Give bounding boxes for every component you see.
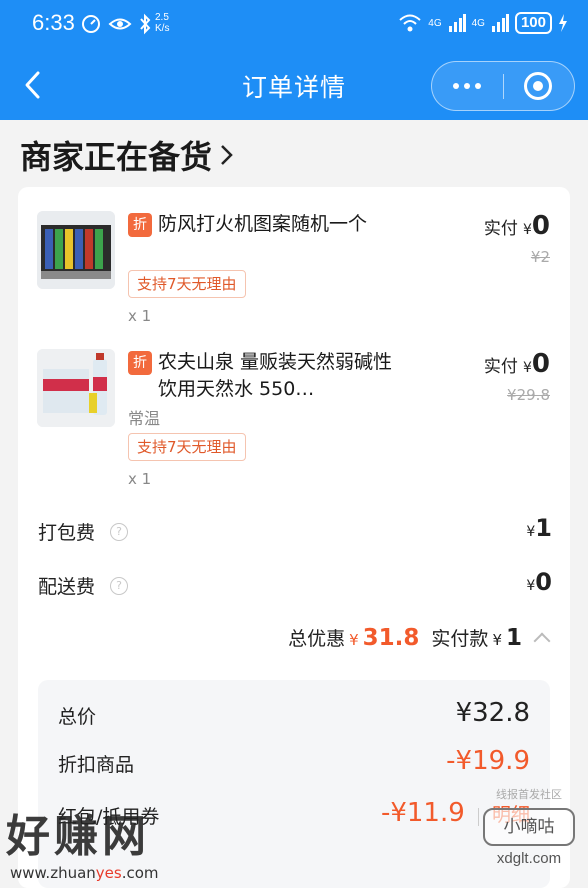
watermark-left: 好赚网 www.zhuanyes.com bbox=[6, 800, 196, 885]
bluetooth-icon bbox=[140, 13, 151, 35]
paid-currency: ¥ bbox=[492, 631, 502, 649]
signal-icon bbox=[448, 14, 466, 32]
total-discount-label: 总优惠 bbox=[288, 628, 346, 650]
help-icon[interactable]: ? bbox=[110, 577, 128, 595]
watermark-url: www.zhuanyes.com bbox=[10, 864, 159, 882]
signal-label-2: 4G bbox=[471, 17, 485, 29]
coupon-value: -¥11.9 bbox=[380, 798, 465, 828]
total-price-label: 总价 bbox=[58, 706, 97, 728]
help-icon[interactable]: ? bbox=[110, 523, 128, 541]
return-policy-badge: 支持7天无理由 bbox=[128, 433, 246, 461]
status-time: 6:33 bbox=[32, 10, 75, 35]
product-name: 防风打火机图案随机一个 bbox=[158, 213, 368, 235]
discount-tag: 折 bbox=[128, 213, 152, 237]
packing-fee-row: 打包费 ? ¥1 bbox=[38, 512, 552, 552]
item-paid-price: 实付 ¥0 bbox=[483, 211, 550, 241]
total-price-value: ¥32.8 bbox=[455, 698, 530, 728]
fee-value: ¥1 bbox=[526, 514, 552, 542]
wifi-icon bbox=[399, 14, 421, 32]
signal-label-1: 4G bbox=[428, 17, 442, 29]
product-spec: 常温 bbox=[128, 409, 161, 428]
original-price: ¥2 bbox=[530, 248, 550, 266]
battery-indicator: 100 bbox=[514, 12, 552, 34]
paid-total-label: 实付款 bbox=[431, 628, 489, 650]
close-miniapp-icon[interactable] bbox=[524, 72, 552, 100]
status-icons-left bbox=[80, 13, 152, 35]
order-status-heading[interactable]: 商家正在备货 bbox=[20, 132, 236, 178]
order-item[interactable]: 折 防风打火机图案随机一个 支持7天无理由 x 1 实付 ¥0 ¥2 bbox=[18, 211, 570, 341]
original-price: ¥29.8 bbox=[507, 386, 550, 404]
speedometer-icon bbox=[82, 15, 100, 33]
charging-icon bbox=[559, 14, 567, 32]
product-image-lighters bbox=[37, 211, 115, 289]
discount-tag: 折 bbox=[128, 351, 152, 375]
discount-goods-value: -¥19.9 bbox=[446, 746, 530, 776]
status-icons-right: 4G 4G 100 bbox=[398, 12, 568, 34]
nav-bar: 订单详情 bbox=[0, 50, 588, 120]
eye-icon bbox=[108, 18, 132, 30]
capsule-divider bbox=[503, 74, 504, 99]
payment-summary[interactable]: 总优惠 ¥ 31.8 实付款 ¥ 1 bbox=[288, 624, 551, 651]
product-quantity: x 1 bbox=[128, 307, 152, 325]
paid-total-amount: 1 bbox=[505, 625, 522, 651]
order-card: 折 防风打火机图案随机一个 支持7天无理由 x 1 实付 ¥0 ¥2 折 农夫山… bbox=[18, 187, 570, 888]
net-speed: 2.5 K/s bbox=[155, 12, 170, 34]
order-item[interactable]: 折 农夫山泉 量贩装天然弱碱性饮用天然水 550… 常温 支持7天无理由 x 1… bbox=[18, 349, 570, 489]
delivery-fee-row: 配送费 ? ¥0 bbox=[38, 566, 552, 606]
order-status-text: 商家正在备货 bbox=[20, 138, 213, 176]
signal-icon bbox=[491, 14, 509, 32]
status-bar: 6:33 2.5 K/s 4G 4G 100 bbox=[0, 0, 588, 50]
watermark-logo: 小嘀咕 bbox=[483, 808, 575, 846]
fee-label: 打包费 bbox=[38, 522, 96, 544]
total-price-row: 总价 ¥32.8 bbox=[58, 698, 530, 738]
total-discount-amount: 31.8 bbox=[362, 625, 420, 651]
discount-currency: ¥ bbox=[349, 631, 359, 649]
chevron-right-icon bbox=[221, 145, 233, 165]
watermark-right: 线报首发社区 小嘀咕 xdglt.com bbox=[473, 786, 585, 886]
fee-value: ¥0 bbox=[526, 568, 552, 596]
fee-label: 配送费 bbox=[38, 576, 96, 598]
discount-goods-label: 折扣商品 bbox=[58, 754, 135, 776]
more-options-icon[interactable] bbox=[432, 62, 502, 110]
watermark-brand: 好赚网 bbox=[6, 811, 150, 862]
miniapp-capsule bbox=[431, 61, 575, 111]
discount-goods-row: 折扣商品 -¥19.9 bbox=[58, 746, 530, 786]
chevron-up-icon[interactable] bbox=[533, 632, 551, 650]
watermark-url: xdglt.com bbox=[496, 850, 562, 867]
item-paid-price: 实付 ¥0 bbox=[483, 349, 550, 379]
return-policy-badge: 支持7天无理由 bbox=[128, 270, 246, 298]
product-image-water bbox=[37, 349, 115, 427]
product-quantity: x 1 bbox=[128, 470, 152, 488]
product-name: 农夫山泉 量贩装天然弱碱性饮用天然水 550… bbox=[158, 351, 393, 400]
watermark-slogan: 线报首发社区 bbox=[496, 788, 562, 801]
